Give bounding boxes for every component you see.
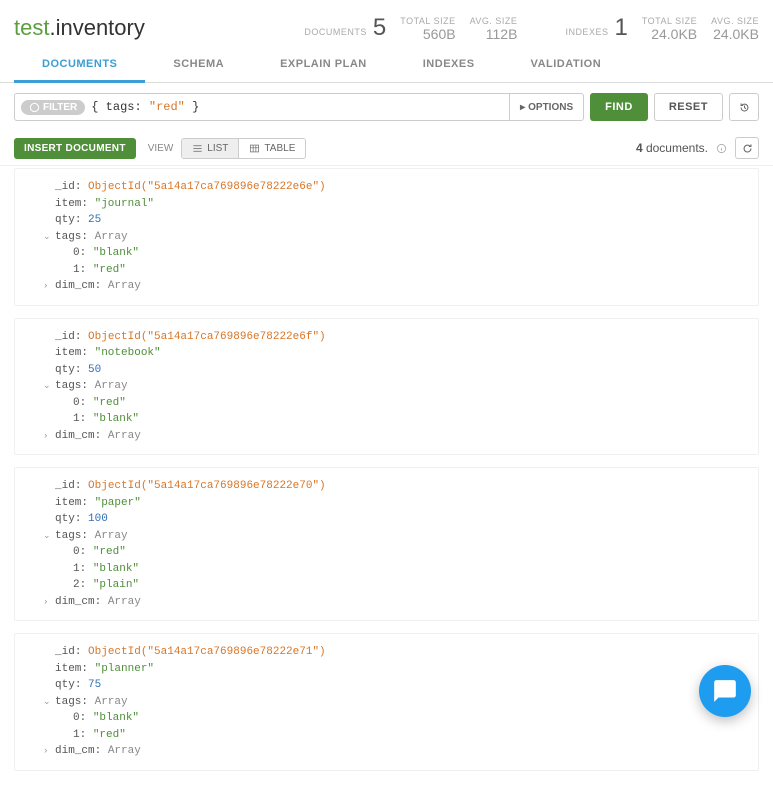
chevron-down-icon[interactable]: ⌄ [43, 530, 51, 544]
info-icon[interactable] [716, 143, 727, 154]
reset-button[interactable]: RESET [654, 93, 723, 121]
chevron-right-icon[interactable]: › [43, 745, 48, 759]
find-button[interactable]: FIND [590, 93, 648, 121]
field-row: ⌄tagsArray [55, 378, 748, 395]
avg-size-value: 112B [470, 26, 518, 42]
field-row: _idObjectId("5a14a17ca769896e78222e71") [55, 644, 748, 661]
chevron-right-icon[interactable]: › [43, 596, 48, 610]
array-item: 1"red" [55, 727, 748, 744]
field-row: qty100 [55, 511, 748, 528]
chevron-down-icon[interactable]: ⌄ [43, 231, 51, 245]
field-row: _idObjectId("5a14a17ca769896e78222e6e") [55, 179, 748, 196]
tab-explain-plan[interactable]: EXPLAIN PLAN [252, 48, 395, 82]
view-list-button[interactable]: LIST [182, 139, 238, 158]
document-card[interactable]: _idObjectId("5a14a17ca769896e78222e6f")i… [14, 318, 759, 456]
field-row: ⌄tagsArray [55, 229, 748, 246]
field-row: item"journal" [55, 196, 748, 213]
idx-total-size-label: TOTAL SIZE [642, 16, 697, 26]
array-item: 1"red" [55, 262, 748, 279]
document-count: 4 documents. [636, 141, 708, 155]
field-row: ›dim_cmArray [55, 428, 748, 445]
field-row: ⌄tagsArray [55, 694, 748, 711]
field-row: item"paper" [55, 495, 748, 512]
array-item: 0"red" [55, 395, 748, 412]
header-stats: DOCUMENTS 5 TOTAL SIZE 560B AVG. SIZE 11… [304, 14, 759, 42]
documents-list: _idObjectId("5a14a17ca769896e78222e6e")i… [0, 168, 773, 785]
field-row: qty75 [55, 677, 748, 694]
array-item: 0"blank" [55, 245, 748, 262]
refresh-button[interactable] [735, 137, 759, 159]
chat-fab[interactable] [699, 665, 751, 717]
tabs: DOCUMENTS SCHEMA EXPLAIN PLAN INDEXES VA… [0, 48, 773, 83]
filter-icon [29, 102, 40, 113]
filter-box[interactable]: FILTER { tags: "red" } ▸ OPTIONS [14, 93, 584, 121]
history-button[interactable] [729, 93, 759, 121]
caret-right-icon: ▸ [520, 102, 525, 113]
history-icon [739, 102, 750, 113]
array-item: 0"red" [55, 544, 748, 561]
documents-count: 5 [373, 14, 386, 42]
chevron-down-icon[interactable]: ⌄ [43, 696, 51, 710]
field-row: _idObjectId("5a14a17ca769896e78222e70") [55, 478, 748, 495]
field-row: item"notebook" [55, 345, 748, 362]
array-item: 0"blank" [55, 710, 748, 727]
field-row: _idObjectId("5a14a17ca769896e78222e6f") [55, 329, 748, 346]
chevron-down-icon[interactable]: ⌄ [43, 380, 51, 394]
filter-input[interactable]: { tags: "red" } [91, 100, 509, 114]
field-row: ›dim_cmArray [55, 278, 748, 295]
breadcrumb: test.inventory [14, 15, 145, 41]
array-item: 1"blank" [55, 561, 748, 578]
total-size-value: 560B [400, 26, 455, 42]
tab-schema[interactable]: SCHEMA [145, 48, 252, 82]
tab-documents[interactable]: DOCUMENTS [14, 48, 145, 83]
field-row: qty25 [55, 212, 748, 229]
field-row: ›dim_cmArray [55, 594, 748, 611]
total-size-label: TOTAL SIZE [400, 16, 455, 26]
table-icon [249, 143, 260, 154]
list-icon [192, 143, 203, 154]
refresh-icon [742, 143, 753, 154]
document-card[interactable]: _idObjectId("5a14a17ca769896e78222e71")i… [14, 633, 759, 771]
tab-validation[interactable]: VALIDATION [503, 48, 630, 82]
field-row: qty50 [55, 362, 748, 379]
chevron-right-icon[interactable]: › [43, 280, 48, 294]
db-name: test [14, 15, 49, 40]
field-row: ›dim_cmArray [55, 743, 748, 760]
field-row: ⌄tagsArray [55, 528, 748, 545]
chat-icon [712, 678, 738, 704]
idx-avg-size-label: AVG. SIZE [711, 16, 759, 26]
view-label: VIEW [148, 143, 174, 154]
idx-total-size-value: 24.0KB [642, 26, 697, 42]
document-card[interactable]: _idObjectId("5a14a17ca769896e78222e6e")i… [14, 168, 759, 306]
view-table-button[interactable]: TABLE [238, 139, 305, 158]
field-row: item"planner" [55, 661, 748, 678]
options-button[interactable]: ▸ OPTIONS [509, 94, 583, 120]
filter-badge[interactable]: FILTER [21, 100, 85, 115]
document-card[interactable]: _idObjectId("5a14a17ca769896e78222e70")i… [14, 467, 759, 621]
indexes-label: INDEXES [565, 27, 608, 37]
array-item: 2"plain" [55, 577, 748, 594]
idx-avg-size-value: 24.0KB [711, 26, 759, 42]
view-toggle: LIST TABLE [181, 138, 306, 159]
documents-label: DOCUMENTS [304, 27, 367, 37]
tab-indexes[interactable]: INDEXES [395, 48, 503, 82]
insert-document-button[interactable]: INSERT DOCUMENT [14, 138, 136, 159]
array-item: 1"blank" [55, 411, 748, 428]
avg-size-label: AVG. SIZE [470, 16, 518, 26]
indexes-count: 1 [614, 14, 627, 42]
chevron-right-icon[interactable]: › [43, 430, 48, 444]
collection-name: .inventory [49, 15, 144, 40]
